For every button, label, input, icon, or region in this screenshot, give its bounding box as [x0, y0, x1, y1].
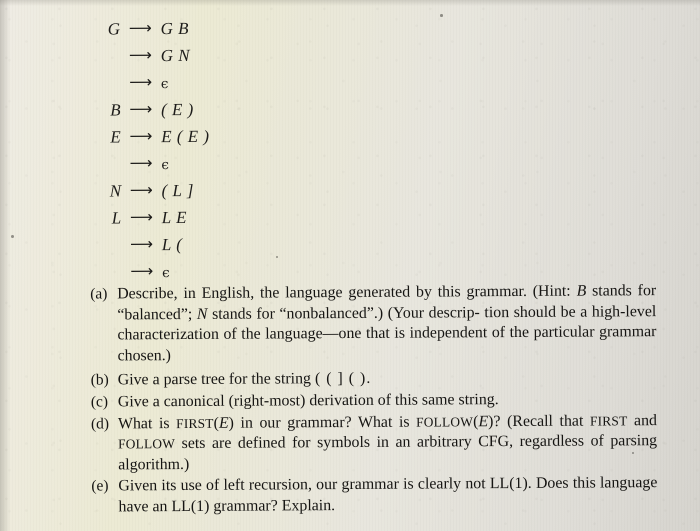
nonterminal-n: N: [196, 305, 208, 323]
production-rhs: ( E ): [160, 99, 194, 120]
first-set-label: FIRST: [589, 412, 628, 429]
first-set-label: FIRST: [176, 415, 214, 431]
production-lhs: N: [109, 181, 122, 201]
production-rule: E ⟶ E ( E ): [95, 126, 210, 155]
production-rhs-epsilon: ϵ: [161, 157, 170, 174]
production-rule: B ⟶ ( E ): [95, 99, 210, 128]
item-label: (e): [91, 477, 109, 495]
follow-set-label: FOLLOW: [416, 413, 474, 430]
item-d-frag1: What is: [117, 414, 177, 432]
scanned-page: G ⟶ G B ⟶ G N ⟶ ϵ B ⟶ ( E ) E ⟶ E (E) …: [0, 0, 700, 531]
production-lhs: L: [111, 208, 122, 228]
item-b-period: .: [366, 370, 371, 388]
production-rule: G ⟶ G B: [94, 18, 209, 47]
production-rhs: E ( E ): [161, 126, 210, 147]
production-lhs: G: [107, 19, 121, 39]
production-rule: L ⟶ L E: [96, 207, 211, 236]
production-arrow-icon: ⟶: [129, 99, 153, 119]
item-label: (a): [90, 285, 108, 303]
production-arrow-icon: ⟶: [130, 234, 154, 254]
item-b-prefix: Give a parse tree for the string: [117, 370, 315, 389]
production-rhs: ( L ]: [161, 180, 195, 201]
item-d-frag5: sets are defined for symbols in an arbit…: [175, 433, 514, 453]
item-label: (c): [90, 393, 109, 411]
item-e-line1: Given its use of left recursion, our gra…: [118, 475, 569, 495]
production-arrow-icon: ⟶: [128, 45, 153, 65]
production-arrow-icon: ⟶: [130, 261, 154, 281]
item-text: Give a parse tree for the string ( ( ] (…: [118, 368, 657, 392]
exercise-item-a: (a) Describe, in English, the language g…: [90, 281, 656, 367]
page-content: G ⟶ G B ⟶ G N ⟶ ϵ B ⟶ ( E ) E ⟶ E (E) …: [0, 0, 700, 531]
exercise-item-d: (d) What is FIRST(E) in our grammar? Wha…: [91, 411, 657, 476]
item-text: Describe, in English, the language gener…: [117, 281, 656, 367]
nonterminal-e: E: [478, 412, 489, 430]
production-rule: N ⟶ ( L ]: [95, 180, 210, 209]
item-text: Given its use of left recursion, our gra…: [118, 473, 657, 517]
item-d-frag2: ) in our grammar? What is: [228, 413, 417, 432]
production-rhs: L E: [161, 207, 188, 228]
production-arrow-icon: ⟶: [129, 72, 153, 92]
production-rhs: G N: [160, 45, 191, 66]
nonterminal-e: E: [218, 414, 229, 432]
item-a-line1: Describe, in English, the language gener…: [117, 282, 571, 303]
production-arrow-icon: ⟶: [129, 153, 154, 173]
item-a-frag3: stands for “nonbalanced”.) (Your descrip…: [207, 303, 480, 323]
production-lhs: E: [110, 127, 122, 147]
production-rhs: G B: [160, 18, 190, 39]
item-label: (d): [90, 415, 110, 433]
item-d-frag3: )? (Recall that: [488, 412, 584, 430]
exercise-item-c: (c) Give a canonical (right-most) deriva…: [91, 389, 657, 413]
production-rhs: L (: [161, 235, 183, 255]
item-text: What is FIRST(E) in our grammar? What is…: [118, 411, 657, 476]
production-rule: ⟶ ϵ: [95, 153, 210, 182]
grammar-production-list: G ⟶ G B ⟶ G N ⟶ ϵ B ⟶ ( E ) E ⟶ E (E) …: [94, 18, 211, 290]
production-arrow-icon: ⟶: [128, 18, 153, 38]
exercise-item-b: (b) Give a parse tree for the string ( (…: [91, 368, 657, 392]
production-rule: ⟶ ϵ: [95, 72, 210, 101]
production-arrow-icon: ⟶: [129, 126, 153, 146]
production-rule: ⟶ G N: [95, 45, 210, 74]
follow-set-label: FOLLOW: [118, 436, 176, 452]
production-rule: ⟶ L (: [96, 234, 211, 263]
input-string-b: ( ( ] ( ): [314, 370, 367, 388]
item-d-frag4: and: [627, 411, 658, 429]
production-lhs: B: [110, 100, 122, 120]
production-rhs-epsilon: ϵ: [160, 76, 170, 93]
item-text: Give a canonical (right-most) derivation…: [117, 391, 499, 411]
exercise-item-list: (a) Describe, in English, the language g…: [90, 281, 657, 519]
exercise-item-e: (e) Given its use of left recursion, our…: [91, 473, 657, 518]
production-rhs-epsilon: ϵ: [161, 265, 171, 282]
item-label: (b): [90, 371, 109, 389]
production-arrow-icon: ⟶: [129, 207, 154, 227]
production-arrow-icon: ⟶: [129, 180, 154, 200]
nonterminal-b: B: [576, 282, 587, 300]
